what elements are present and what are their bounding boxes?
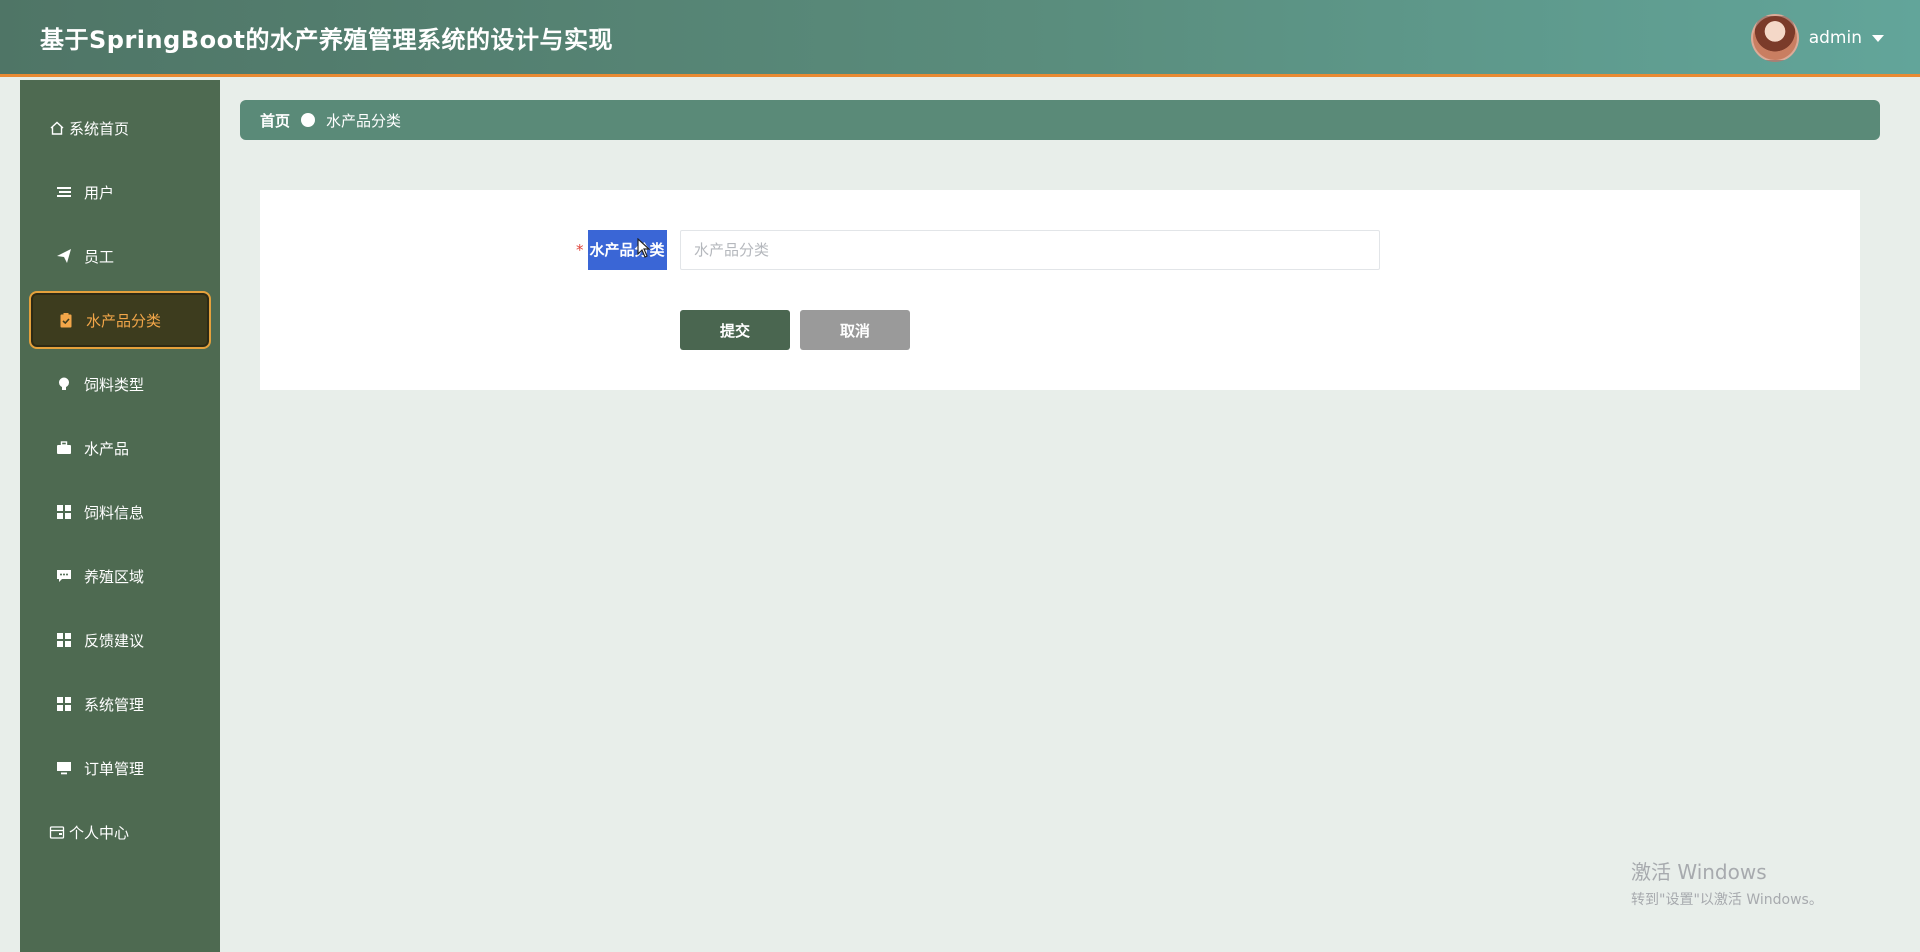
breadcrumb-current: 水产品分类 [326, 111, 402, 130]
avatar[interactable] [1750, 14, 1799, 62]
sidebar-item-system[interactable]: 系统管理 [29, 675, 211, 733]
watermark-title: 激活 Windows [1631, 860, 1767, 884]
monitor-icon [56, 760, 72, 776]
category-input[interactable] [680, 230, 1380, 270]
list-icon [56, 184, 72, 200]
sidebar-item-staff[interactable]: 员工 [29, 227, 211, 285]
form-card: * 水产品分类 提交 取消 [260, 190, 1860, 390]
category-label-text: 水产品分类 [587, 230, 667, 270]
category-field-label: * 水产品分类 [576, 230, 667, 270]
sidebar-item-label: 反馈建议 [84, 631, 145, 650]
submit-button[interactable]: 提交 [680, 310, 790, 350]
username[interactable]: admin [1809, 28, 1862, 48]
sidebar-item-label: 用户 [84, 183, 115, 202]
sidebar-item-product-category[interactable]: 水产品分类 [29, 291, 211, 349]
sidebar-item-label: 水产品分类 [86, 311, 162, 330]
sidebar-item-profile[interactable]: 个人中心 [29, 803, 211, 861]
grid-icon [56, 696, 72, 712]
sidebar-item-farming-area[interactable]: 养殖区域 [29, 547, 211, 605]
sidebar-item-label: 饲料信息 [84, 503, 145, 522]
home-icon [49, 120, 65, 136]
sidebar-item-users[interactable]: 用户 [29, 163, 211, 221]
sidebar: 系统首页 用户 员工 水产品分类 饲料类型 水产品 饲料信息 养殖区域 反馈建议… [20, 80, 220, 952]
sidebar-item-label: 员工 [84, 247, 115, 266]
sidebar-item-label: 系统首页 [69, 119, 130, 138]
breadcrumb-separator-icon [301, 113, 316, 127]
grid-icon [56, 632, 72, 648]
breadcrumb: 首页 水产品分类 [240, 100, 1880, 140]
sidebar-item-label: 个人中心 [69, 823, 130, 842]
send-icon [56, 248, 72, 264]
sidebar-item-label: 水产品 [84, 439, 130, 458]
sidebar-item-feedback[interactable]: 反馈建议 [29, 611, 211, 669]
clipboard-icon [58, 312, 74, 328]
top-header: 基于SpringBoot的水产养殖管理系统的设计与实现 admin [0, 0, 1920, 77]
sidebar-item-feed-type[interactable]: 饲料类型 [29, 355, 211, 413]
chat-icon [56, 568, 72, 584]
briefcase-icon [56, 440, 72, 456]
watermark-subtitle: 转到"设置"以激活 Windows。 [1631, 892, 1823, 908]
sidebar-item-home[interactable]: 系统首页 [29, 99, 211, 157]
sidebar-item-label: 订单管理 [84, 759, 145, 778]
mouse-cursor-icon [637, 237, 651, 262]
required-mark: * [576, 241, 584, 259]
grid-icon [56, 504, 72, 520]
sidebar-item-products[interactable]: 水产品 [29, 419, 211, 477]
user-menu[interactable]: admin [1750, 14, 1884, 62]
app-title: 基于SpringBoot的水产养殖管理系统的设计与实现 [40, 26, 614, 54]
bulb-icon [56, 376, 72, 392]
wallet-icon [49, 824, 65, 840]
breadcrumb-home[interactable]: 首页 [260, 110, 290, 131]
caret-down-icon[interactable] [1872, 34, 1884, 42]
sidebar-item-feed-info[interactable]: 饲料信息 [29, 483, 211, 541]
sidebar-item-label: 饲料类型 [84, 375, 145, 394]
sidebar-item-label: 系统管理 [84, 695, 145, 714]
windows-activation-watermark: 激活 Windows 转到"设置"以激活 Windows。 [1631, 856, 1823, 909]
sidebar-item-label: 养殖区域 [84, 567, 145, 586]
cancel-button[interactable]: 取消 [800, 310, 910, 350]
sidebar-item-orders[interactable]: 订单管理 [29, 739, 211, 797]
